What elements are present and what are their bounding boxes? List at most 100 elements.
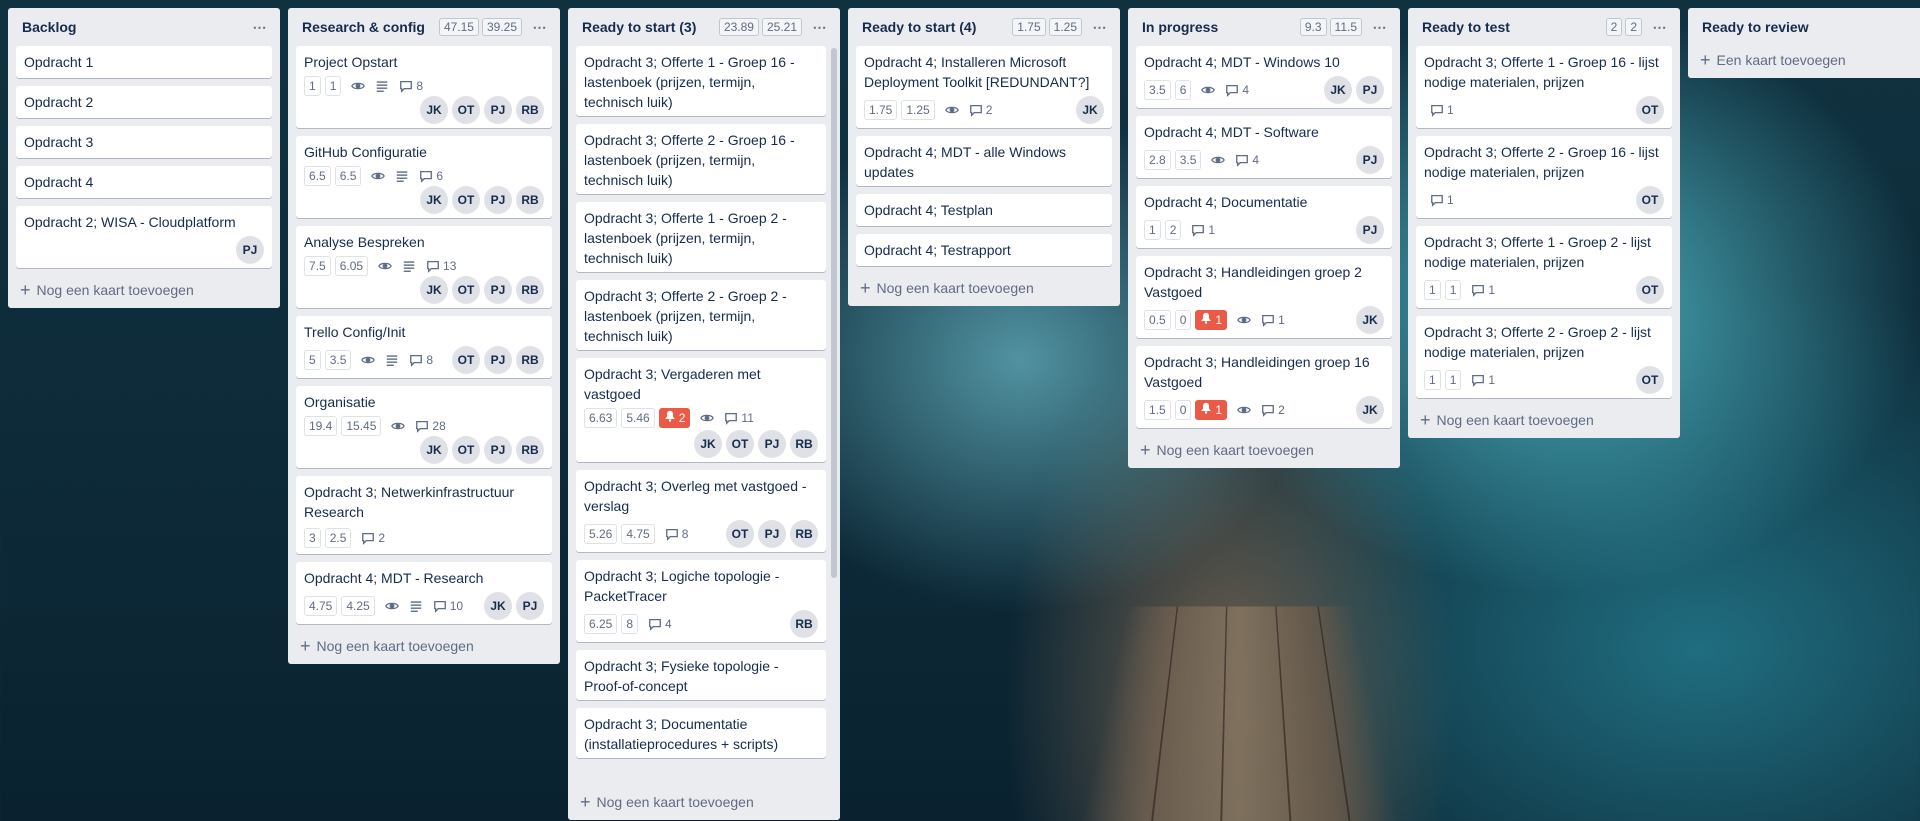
card[interactable]: Opdracht 4; Testrapport [856, 234, 1112, 266]
card[interactable]: Opdracht 3; Documentatie (installatiepro… [576, 708, 826, 758]
avatar[interactable]: OT [452, 436, 480, 464]
list-header[interactable]: Ready to review [1688, 8, 1920, 46]
avatar[interactable]: PJ [758, 520, 786, 548]
avatar[interactable]: PJ [516, 592, 544, 620]
avatar[interactable]: PJ [484, 436, 512, 464]
avatar[interactable]: OT [1636, 276, 1664, 304]
avatar[interactable]: JK [420, 186, 448, 214]
list-title[interactable]: Ready to start (4) [862, 19, 1012, 35]
scrollbar[interactable] [831, 48, 837, 578]
avatar[interactable]: PJ [484, 96, 512, 124]
card[interactable]: Opdracht 3; Fysieke topologie - Proof-of… [576, 650, 826, 700]
card[interactable]: Opdracht 1 [16, 46, 272, 78]
list-menu-icon[interactable]: ⋯ [528, 19, 552, 36]
card[interactable]: Opdracht 3; Offerte 2 - Groep 16 - lijst… [1416, 136, 1672, 218]
card[interactable]: Opdracht 3; Netwerkinfrastructuur Resear… [296, 476, 552, 554]
avatar[interactable]: RB [790, 610, 818, 638]
card[interactable]: Opdracht 3; Offerte 2 - Groep 16 - laste… [576, 124, 826, 194]
add-card-button[interactable]: + Een kaart toevoegen [1688, 46, 1920, 78]
card[interactable]: Opdracht 3; Offerte 1 - Groep 2 - lijst … [1416, 226, 1672, 308]
list-menu-icon[interactable]: ⋯ [1368, 19, 1392, 36]
list-header[interactable]: Research & config 47.15 39.25 ⋯ [288, 8, 560, 46]
list-menu-icon[interactable]: ⋯ [1648, 19, 1672, 36]
card[interactable]: Opdracht 3; Logiche topologie - PacketTr… [576, 560, 826, 642]
card[interactable]: Opdracht 4; MDT - Research 4.75 4.25 10 JK PJ [296, 562, 552, 624]
list-title[interactable]: Ready to review [1702, 19, 1920, 35]
list-menu-icon[interactable]: ⋯ [1088, 19, 1112, 36]
card[interactable]: GitHub Configuratie 6.5 6.5 6 JK OT PJ RB [296, 136, 552, 218]
add-card-button[interactable]: + Nog een kaart toevoegen [8, 276, 280, 308]
avatar[interactable]: OT [452, 276, 480, 304]
list[interactable]: In progress 9.3 11.5 ⋯ Opdracht 4; MDT - Win… [1128, 8, 1400, 468]
avatar[interactable]: JK [1356, 396, 1384, 424]
list-header[interactable]: Ready to test 2 2 ⋯ [1408, 8, 1680, 46]
list-header[interactable]: Backlog ⋯ [8, 8, 280, 46]
avatar[interactable]: PJ [484, 346, 512, 374]
avatar[interactable]: OT [726, 520, 754, 548]
avatar[interactable]: RB [516, 346, 544, 374]
card[interactable]: Opdracht 2; WISA - Cloudplatform PJ [16, 206, 272, 268]
list-title[interactable]: Ready to start (3) [582, 19, 719, 35]
card[interactable]: Opdracht 3; Offerte 1 - Groep 16 - laste… [576, 46, 826, 116]
list[interactable]: Ready to test 2 2 ⋯ Opdracht 3; Offerte 1 - … [1408, 8, 1680, 438]
avatar[interactable]: OT [452, 96, 480, 124]
card[interactable]: Opdracht 4; Testplan [856, 194, 1112, 226]
card[interactable]: Opdracht 3; Offerte 1 - Groep 16 - lijst… [1416, 46, 1672, 128]
card[interactable]: Opdracht 4; Installeren Microsoft Deploy… [856, 46, 1112, 128]
card[interactable]: Opdracht 4; MDT - alle Windows updates [856, 136, 1112, 186]
list-header[interactable]: Ready to start (3) 23.89 25.21 ⋯ [568, 8, 840, 46]
list-title[interactable]: Ready to test [1422, 19, 1606, 35]
add-card-button[interactable]: + Nog een kaart toevoegen [1128, 436, 1400, 468]
list-header[interactable]: In progress 9.3 11.5 ⋯ [1128, 8, 1400, 46]
avatar[interactable]: OT [1636, 366, 1664, 394]
card[interactable]: Opdracht 3; Vergaderen met vastgoed 6.63 5… [576, 358, 826, 462]
avatar[interactable]: JK [420, 96, 448, 124]
avatar[interactable]: JK [420, 276, 448, 304]
avatar[interactable]: RB [790, 430, 818, 458]
list[interactable]: Ready to start (3) 23.89 25.21 ⋯ Opdracht 3;… [568, 8, 840, 820]
card[interactable]: Analyse Bespreken 7.5 6.05 13 JK OT PJ RB [296, 226, 552, 308]
add-card-button[interactable]: + Nog een kaart toevoegen [1408, 406, 1680, 438]
list-header[interactable]: Ready to start (4) 1.75 1.25 ⋯ [848, 8, 1120, 46]
card[interactable]: Opdracht 3; Handleidingen groep 2 Vastgo… [1136, 256, 1392, 338]
avatar[interactable]: RB [516, 436, 544, 464]
card[interactable]: Opdracht 3; Overleg met vastgoed - versl… [576, 470, 826, 552]
avatar[interactable]: PJ [484, 186, 512, 214]
list-title[interactable]: Research & config [302, 19, 439, 35]
avatar[interactable]: JK [1356, 306, 1384, 334]
add-card-button[interactable]: + Nog een kaart toevoegen [568, 788, 840, 820]
avatar[interactable]: PJ [1356, 216, 1384, 244]
add-card-button[interactable]: + Nog een kaart toevoegen [848, 274, 1120, 306]
avatar[interactable]: JK [694, 430, 722, 458]
list-menu-icon[interactable]: ⋯ [808, 19, 832, 36]
avatar[interactable]: PJ [1356, 146, 1384, 174]
add-card-button[interactable]: + Nog een kaart toevoegen [288, 632, 560, 664]
list[interactable]: Research & config 47.15 39.25 ⋯ Project Opst… [288, 8, 560, 664]
avatar[interactable]: OT [452, 186, 480, 214]
card[interactable]: Opdracht 3; Handleidingen groep 16 Vastg… [1136, 346, 1392, 428]
avatar[interactable]: PJ [484, 276, 512, 304]
card[interactable]: Organisatie 19.4 15.45 28 JK OT PJ RB [296, 386, 552, 468]
avatar[interactable]: PJ [758, 430, 786, 458]
avatar[interactable]: RB [516, 96, 544, 124]
card[interactable]: Opdracht 4 [16, 166, 272, 198]
card[interactable]: Opdracht 3; Offerte 2 - Groep 2 - lijst … [1416, 316, 1672, 398]
avatar[interactable]: JK [1324, 76, 1352, 104]
avatar[interactable]: RB [516, 276, 544, 304]
avatar[interactable]: JK [420, 436, 448, 464]
avatar[interactable]: RB [516, 186, 544, 214]
card[interactable]: Opdracht 3 [16, 126, 272, 158]
list[interactable]: Ready to review + Een kaart toevoegen [1688, 8, 1920, 78]
list-menu-icon[interactable]: ⋯ [248, 19, 272, 36]
card[interactable]: Opdracht 4; MDT - Software 2.8 3.5 4 PJ [1136, 116, 1392, 178]
card[interactable]: Project Opstart 1 1 8 JK OT PJ RB [296, 46, 552, 128]
avatar[interactable]: OT [1636, 186, 1664, 214]
list[interactable]: Backlog ⋯ Opdracht 1 Opdracht 2 Opdracht 3 Op… [8, 8, 280, 308]
card[interactable]: Opdracht 2 [16, 86, 272, 118]
card[interactable]: Trello Config/Init 5 3.5 8 OT PJ RB [296, 316, 552, 378]
avatar[interactable]: RB [790, 520, 818, 548]
avatar[interactable]: OT [1636, 96, 1664, 124]
avatar[interactable]: PJ [236, 236, 264, 264]
list-title[interactable]: In progress [1142, 19, 1300, 35]
card[interactable]: Opdracht 3; Offerte 2 - Groep 2 - lasten… [576, 280, 826, 350]
